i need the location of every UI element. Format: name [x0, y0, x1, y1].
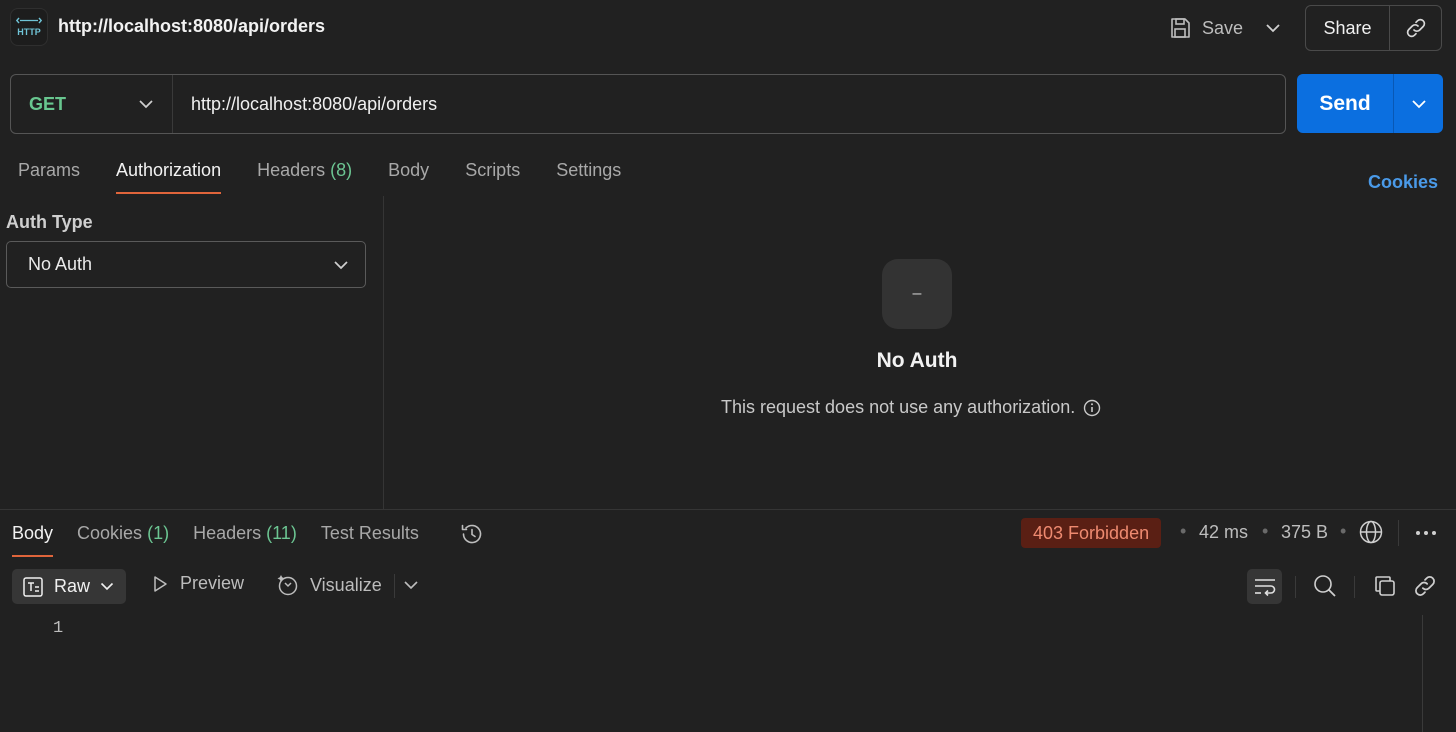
copy-link-button[interactable] — [1390, 6, 1441, 50]
no-auth-icon: – — [882, 259, 952, 329]
tab-headers-label: Headers — [257, 160, 326, 180]
save-label: Save — [1202, 17, 1244, 38]
wrap-lines-button[interactable] — [1247, 569, 1282, 604]
request-title: http://localhost:8080/api/orders — [58, 16, 326, 36]
wrap-lines-icon — [1254, 578, 1275, 596]
search-icon[interactable] — [1312, 573, 1338, 599]
format-label: Raw — [54, 576, 91, 596]
scrollbar-track[interactable] — [1422, 615, 1423, 732]
chevron-down-icon — [100, 582, 114, 591]
response-tabs: Body Cookies (1) Headers (11) Test Resul… — [0, 512, 431, 558]
auth-type-label: Auth Type — [6, 212, 93, 232]
save-icon — [1171, 18, 1190, 38]
play-icon — [154, 575, 167, 592]
http-request-icon: HTTP — [10, 8, 48, 46]
visualize-button[interactable]: Visualize — [276, 573, 382, 597]
response-tab-headers-label: Headers — [193, 523, 262, 543]
tab-scripts[interactable]: Scripts — [447, 150, 538, 196]
response-tab-body[interactable]: Body — [0, 512, 65, 558]
link-icon[interactable] — [1412, 573, 1438, 599]
auth-type-value: No Auth — [28, 254, 93, 274]
toolbar-divider — [394, 574, 395, 598]
send-group: Send — [1297, 74, 1443, 133]
info-icon[interactable] — [1083, 399, 1101, 417]
meta-separator: • — [1180, 521, 1187, 541]
meta-separator: • — [1340, 521, 1347, 541]
chevron-down-icon — [334, 260, 348, 269]
preview-button[interactable]: Preview — [150, 573, 244, 594]
chevron-down-icon — [404, 581, 418, 590]
no-auth-description-text: This request does not use any authorizat… — [721, 397, 1076, 417]
copy-icon[interactable] — [1372, 573, 1398, 599]
link-icon — [1406, 18, 1425, 38]
method-select[interactable]: GET — [11, 75, 173, 133]
response-tab-cookies[interactable]: Cookies (1) — [65, 512, 181, 558]
tab-authorization[interactable]: Authorization — [98, 150, 239, 196]
status-badge[interactable]: 403 Forbidden — [1021, 518, 1162, 548]
share-group: Share — [1305, 5, 1442, 51]
response-tab-test-results[interactable]: Test Results — [309, 512, 431, 558]
url-input[interactable] — [173, 75, 1285, 133]
share-button[interactable]: Share — [1306, 6, 1390, 50]
tab-headers[interactable]: Headers (8) — [239, 150, 370, 196]
response-size[interactable]: 375 B — [1281, 522, 1328, 543]
no-auth-description: This request does not use any authorizat… — [721, 397, 1101, 418]
visualize-label: Visualize — [310, 574, 382, 595]
history-icon[interactable] — [458, 520, 486, 548]
response-tab-cookies-label: Cookies — [77, 523, 143, 543]
toolbar-divider — [1398, 520, 1399, 546]
save-button[interactable]: Save — [1168, 10, 1243, 46]
response-time[interactable]: 42 ms — [1199, 522, 1248, 543]
svg-text:HTTP: HTTP — [17, 27, 41, 37]
send-options-button[interactable] — [1394, 74, 1443, 133]
chevron-down-icon — [1266, 24, 1280, 33]
chevron-down-icon — [139, 100, 153, 109]
tab-settings[interactable]: Settings — [538, 150, 639, 196]
toolbar-divider — [1295, 576, 1296, 598]
no-auth-title: No Auth — [876, 349, 958, 372]
more-options-icon[interactable] — [1412, 523, 1440, 543]
auth-type-select[interactable]: No Auth — [6, 241, 366, 288]
toolbar-divider — [1354, 576, 1355, 598]
visualize-options-button[interactable] — [402, 576, 422, 596]
preview-label: Preview — [180, 573, 245, 593]
response-tab-headers[interactable]: Headers (11) — [181, 512, 309, 558]
tab-body[interactable]: Body — [370, 150, 447, 196]
send-button[interactable]: Send — [1297, 74, 1394, 133]
line-number: 1 — [53, 619, 64, 638]
save-options-button[interactable] — [1258, 16, 1288, 40]
request-tabs: Params Authorization Headers (8) Body Sc… — [0, 150, 639, 196]
response-divider[interactable] — [0, 509, 1456, 510]
tab-headers-count: (8) — [330, 160, 353, 180]
visualize-icon — [277, 575, 298, 596]
response-tab-headers-count: (11) — [266, 523, 297, 543]
method-label: GET — [29, 93, 67, 114]
globe-icon[interactable] — [1358, 519, 1386, 547]
url-bar: GET — [10, 74, 1286, 134]
text-format-icon — [23, 576, 43, 597]
meta-separator: • — [1262, 521, 1269, 541]
format-select[interactable]: Raw — [12, 569, 126, 604]
tab-params[interactable]: Params — [0, 150, 98, 196]
response-tab-cookies-count: (1) — [147, 523, 170, 543]
cookies-link[interactable]: Cookies — [1368, 172, 1438, 193]
chevron-down-icon — [1411, 99, 1426, 108]
